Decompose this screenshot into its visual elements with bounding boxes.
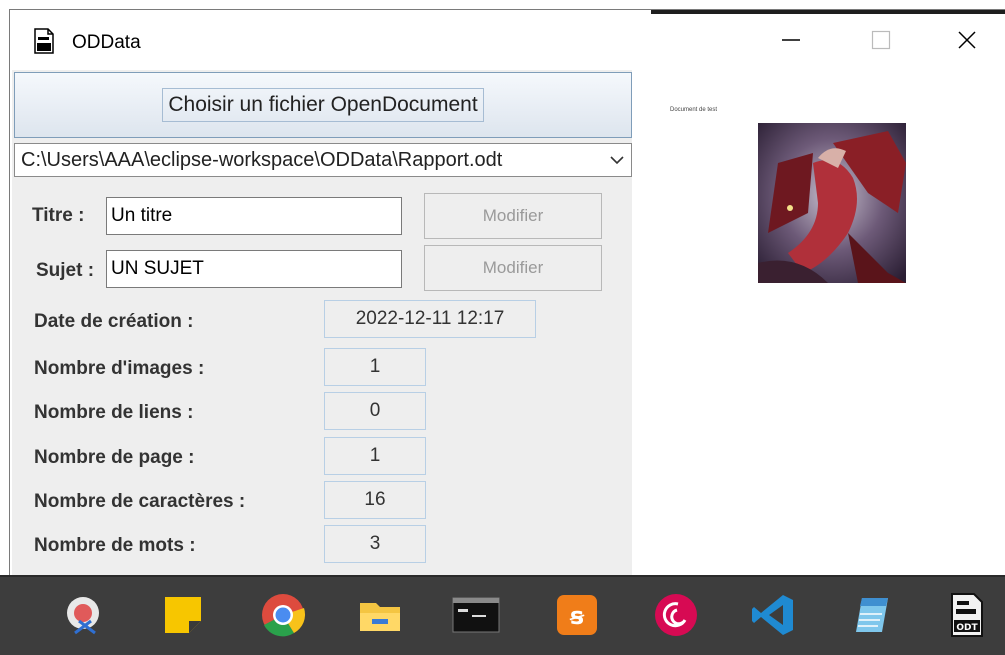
snipping-tool-icon[interactable] xyxy=(55,587,111,643)
oddata-window: ODData Choisir un fichier OpenDocument C… xyxy=(9,9,1005,576)
chevron-down-icon[interactable] xyxy=(603,144,631,176)
form-panel: Choisir un fichier OpenDocument C:\Users… xyxy=(12,70,632,576)
date-creation-value: 2022-12-11 12:17 xyxy=(324,300,536,338)
document-app-icon xyxy=(34,28,54,54)
sujet-label: Sujet : xyxy=(36,260,95,281)
modify-title-button[interactable]: Modifier xyxy=(424,193,602,239)
words-count-value: 3 xyxy=(324,525,426,563)
sticky-notes-icon[interactable] xyxy=(155,587,211,643)
taskbar: ꞩ ODT xyxy=(0,575,1005,655)
links-count-value: 0 xyxy=(324,392,426,430)
dragon-image xyxy=(758,123,906,283)
minimize-icon xyxy=(782,39,800,41)
modify-subject-button[interactable]: Modifier xyxy=(424,245,602,291)
svg-text:ꞩ: ꞩ xyxy=(569,602,585,630)
page-count-value: 1 xyxy=(324,437,426,475)
links-count-label: Nombre de liens : xyxy=(34,402,194,423)
window-title: ODData xyxy=(72,32,141,53)
debian-icon[interactable] xyxy=(648,587,704,643)
svg-text:ODT: ODT xyxy=(956,623,978,633)
choose-file-label: Choisir un fichier OpenDocument xyxy=(162,88,484,122)
minimize-button[interactable] xyxy=(768,20,814,60)
characters-count-label: Nombre de caractères : xyxy=(34,491,246,512)
date-creation-label: Date de création : xyxy=(34,311,194,332)
images-count-value: 1 xyxy=(324,348,426,386)
file-path-value: C:\Users\AAA\eclipse-workspace\ODData\Ra… xyxy=(21,149,503,171)
words-count-label: Nombre de mots : xyxy=(34,535,196,556)
characters-count-value: 16 xyxy=(324,481,426,519)
background-window-edge xyxy=(651,10,1005,14)
titre-input[interactable]: Un titre xyxy=(106,197,402,235)
xampp-icon[interactable]: ꞩ xyxy=(549,587,605,643)
close-icon xyxy=(958,31,976,49)
chrome-icon[interactable] xyxy=(255,587,311,643)
vscode-icon[interactable] xyxy=(745,587,801,643)
maximize-button[interactable] xyxy=(858,20,904,60)
terminal-icon[interactable] xyxy=(448,587,504,643)
notepad-icon[interactable] xyxy=(845,587,901,643)
title-bar: ODData xyxy=(10,10,1005,70)
choose-file-button[interactable]: Choisir un fichier OpenDocument xyxy=(14,72,632,138)
page-count-label: Nombre de page : xyxy=(34,447,195,468)
titre-label: Titre : xyxy=(32,205,85,226)
file-path-combo[interactable]: C:\Users\AAA\eclipse-workspace\ODData\Ra… xyxy=(14,143,632,177)
images-count-label: Nombre d'images : xyxy=(34,358,205,379)
file-explorer-icon[interactable] xyxy=(352,587,408,643)
sujet-input[interactable]: UN SUJET xyxy=(106,250,402,288)
maximize-icon xyxy=(871,30,891,50)
preview-caption: Document de test xyxy=(670,107,718,113)
close-button[interactable] xyxy=(944,20,990,60)
odt-file-icon[interactable]: ODT xyxy=(938,587,994,643)
